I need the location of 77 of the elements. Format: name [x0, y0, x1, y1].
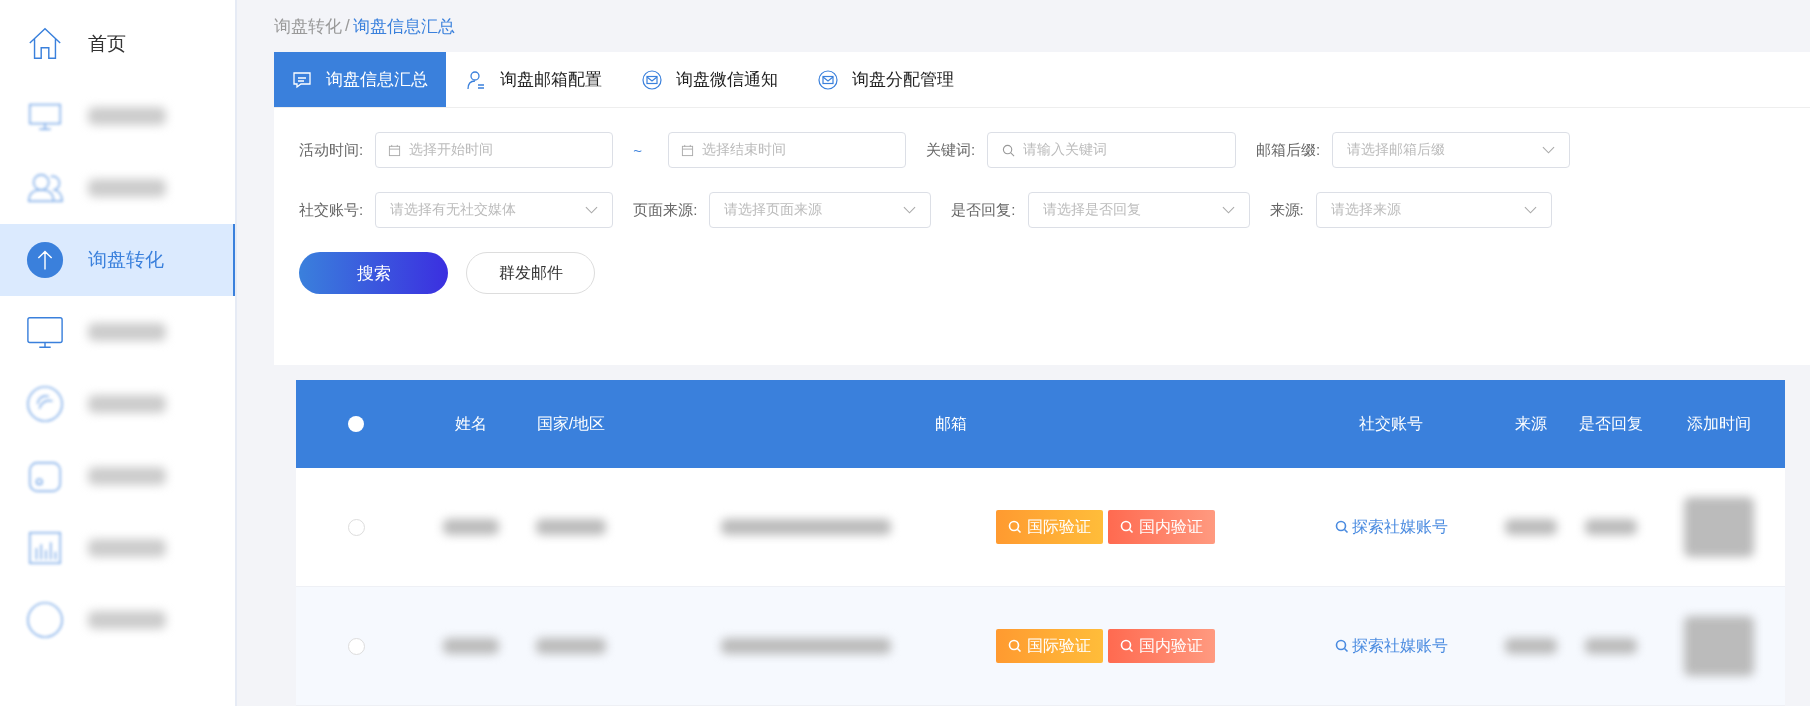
- redacted-text: [443, 638, 499, 654]
- column-header: 是否回复: [1578, 414, 1644, 434]
- chevron-down-icon: [585, 206, 599, 215]
- row-radio[interactable]: [347, 518, 365, 536]
- select-field[interactable]: 请选择是否回复: [1027, 192, 1250, 229]
- select-all-radio[interactable]: [348, 416, 364, 432]
- column-header: 添加时间: [1685, 414, 1752, 434]
- filter-label: 页面来源:: [633, 200, 698, 220]
- search-icon: [1120, 639, 1134, 653]
- chevron-down-icon: [1542, 146, 1556, 155]
- table-row[interactable]: 国际验证 国内验证 探索社媒账号: [296, 468, 1785, 587]
- redacted-text: [1683, 497, 1754, 557]
- date-field[interactable]: 选择结束时间: [667, 132, 906, 169]
- sidebar-item[interactable]: 询盘转化: [0, 224, 235, 296]
- breadcrumb-item: /: [345, 16, 350, 37]
- redacted-text: [536, 638, 606, 654]
- verify-button[interactable]: 国内验证: [1108, 510, 1215, 544]
- sidebar-item[interactable]: 首页: [0, 8, 235, 80]
- swirl-icon: [26, 385, 64, 423]
- breadcrumb-item: 询盘信息汇总: [352, 15, 455, 38]
- search-button[interactable]: 搜索: [299, 252, 448, 295]
- tab[interactable]: 询盘微信通知: [622, 52, 798, 108]
- column-header: 邮箱: [934, 414, 968, 434]
- chevron-down-icon: [1523, 206, 1537, 215]
- filter-label: 活动时间:: [299, 140, 364, 160]
- social-search-link[interactable]: 探索社媒账号: [1328, 634, 1454, 658]
- calendar-icon: [388, 143, 402, 157]
- column-header: 国家/地区: [535, 414, 607, 434]
- breadcrumb-item[interactable]: 询盘转化: [274, 14, 342, 38]
- column-header: 来源: [1514, 414, 1548, 434]
- globe-icon: [26, 601, 64, 639]
- select-field[interactable]: 请选择邮箱后缀: [1332, 132, 1571, 169]
- bulk-email-button[interactable]: 群发邮件: [466, 252, 595, 295]
- tab[interactable]: 询盘邮箱配置: [446, 52, 622, 108]
- search-icon: [1120, 520, 1134, 534]
- verify-button[interactable]: 国内验证: [1108, 629, 1215, 663]
- select-field[interactable]: 请选择页面来源: [709, 192, 932, 229]
- chevron-down-icon: [1221, 206, 1235, 215]
- filter-label: 是否回复:: [951, 200, 1016, 220]
- filter-label: 社交账号:: [299, 200, 364, 220]
- tab[interactable]: 询盘分配管理: [798, 52, 974, 108]
- user-icon: [466, 69, 486, 90]
- redacted-text: [443, 519, 499, 535]
- redacted-text: [1585, 519, 1637, 535]
- bar-chart-icon: [26, 529, 64, 567]
- table-row[interactable]: 国际验证 国内验证 探索社媒账号: [296, 587, 1785, 706]
- redacted-text: [1585, 638, 1637, 654]
- arrow-up-icon: [26, 241, 64, 279]
- select-field[interactable]: 请选择来源: [1315, 192, 1552, 229]
- filter-label: 来源:: [1269, 200, 1304, 220]
- tab[interactable]: 询盘信息汇总: [274, 52, 446, 108]
- select-field[interactable]: 请选择有无社交媒体: [375, 192, 614, 229]
- column-header: 社交账号: [1358, 414, 1424, 434]
- chat-icon: [292, 69, 312, 90]
- redacted-text: [536, 519, 606, 535]
- mail-icon: [642, 69, 662, 90]
- redacted-text: [1683, 616, 1754, 676]
- search-icon: [1002, 143, 1016, 157]
- calendar-icon: [680, 143, 694, 157]
- keyword-field[interactable]: 请输入关键词: [987, 132, 1237, 169]
- chevron-down-icon: [903, 206, 917, 215]
- search-icon: [1334, 520, 1349, 534]
- redacted-text: [1505, 519, 1557, 535]
- redacted-text: [1505, 638, 1557, 654]
- row-radio[interactable]: [347, 637, 365, 655]
- verify-button[interactable]: 国际验证: [996, 629, 1103, 663]
- date-field[interactable]: 选择开始时间: [375, 132, 614, 169]
- filter-label: 邮箱后缀:: [1256, 140, 1321, 160]
- range-separator: ~: [633, 141, 642, 159]
- filter-label: 关键词:: [925, 140, 976, 160]
- search-icon: [1334, 639, 1349, 653]
- search-icon: [1008, 520, 1022, 534]
- mail-icon: [818, 69, 838, 90]
- search-icon: [1008, 639, 1022, 653]
- column-header: 姓名: [454, 414, 488, 434]
- social-search-link[interactable]: 探索社媒账号: [1328, 515, 1454, 539]
- verify-button[interactable]: 国际验证: [996, 510, 1103, 544]
